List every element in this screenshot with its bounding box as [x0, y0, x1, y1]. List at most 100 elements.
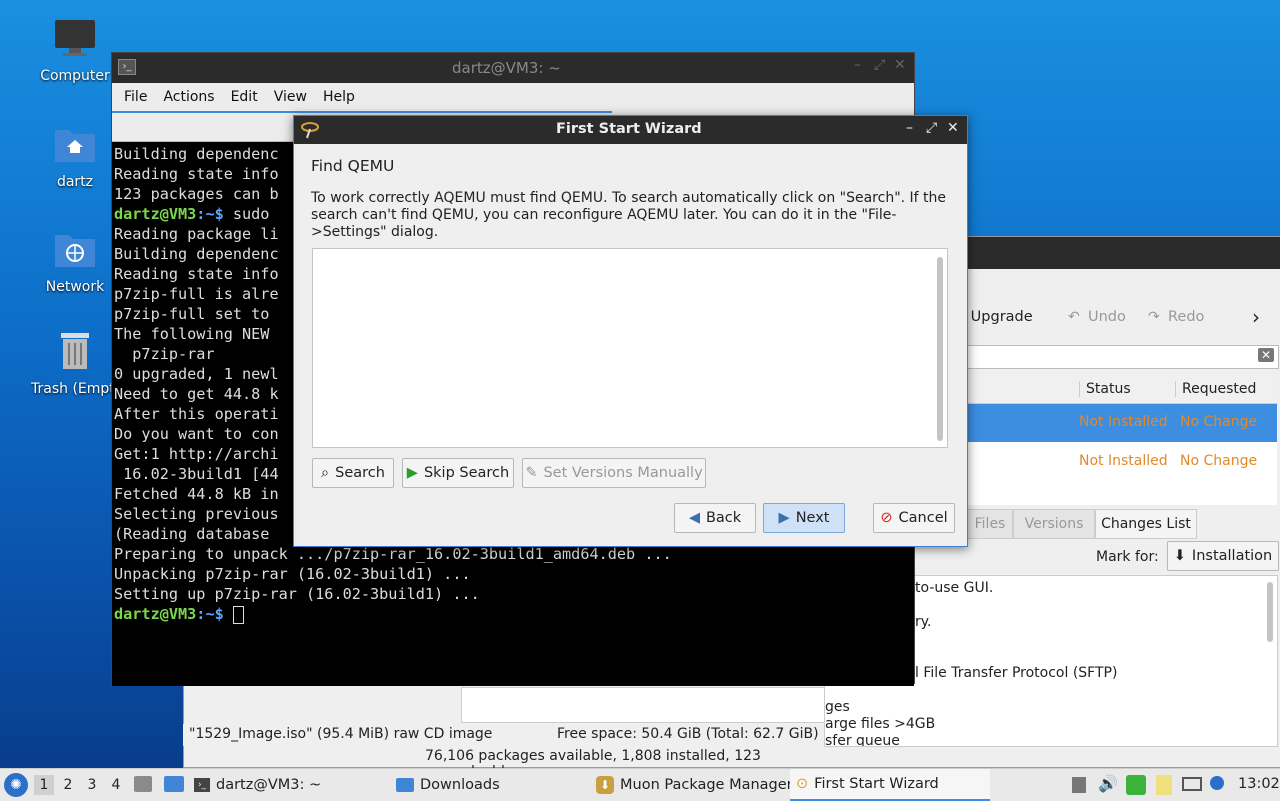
play-icon: ▶ — [406, 465, 418, 481]
close-icon[interactable]: ✕ — [947, 120, 959, 136]
start-menu-button[interactable]: ✺ — [4, 773, 28, 797]
mark-installation-label: Installation — [1191, 548, 1273, 564]
cancel-label: Cancel — [898, 510, 948, 526]
redo-button[interactable]: Redo — [1168, 309, 1204, 325]
workspace-1[interactable]: 1 — [34, 775, 54, 795]
menu-help[interactable]: Help — [315, 89, 363, 105]
desktop-icon-trash[interactable]: Trash (Empty) — [27, 331, 123, 397]
menu-actions[interactable]: Actions — [155, 89, 222, 105]
back-button[interactable]: ◀ Back — [674, 503, 756, 533]
first-start-wizard-dialog: First Start Wizard – ⤢ ✕ Find QEMU To wo… — [293, 115, 968, 547]
show-desktop-icon[interactable] — [164, 776, 184, 792]
next-label: Next — [795, 510, 830, 526]
menu-view[interactable]: View — [266, 89, 315, 105]
terminal-title: dartz@VM3: ~ — [452, 59, 561, 77]
tray-display-icon[interactable] — [1182, 777, 1202, 791]
clock[interactable]: 13:02 — [1238, 776, 1280, 792]
workspace-4[interactable]: 4 — [106, 775, 126, 795]
desktop-icon-label: Trash (Empty) — [31, 381, 113, 397]
search-button[interactable]: ⌕ Search — [312, 458, 394, 488]
next-button[interactable]: ▶ Next — [763, 503, 845, 533]
menu-edit[interactable]: Edit — [223, 89, 266, 105]
trash-icon — [61, 333, 89, 369]
taskbar: ✺ 1 2 3 4 ›_ dartz@VM3: ~ Downloads ⬇ Mu… — [0, 768, 1280, 801]
tray-green-icon[interactable] — [1126, 775, 1146, 795]
row-status: Not Installed — [1079, 453, 1168, 469]
task-terminal[interactable]: ›_ dartz@VM3: ~ — [194, 769, 321, 801]
file-status-bar: "1529_Image.iso" (95.4 MiB) raw CD image… — [183, 724, 823, 746]
tray-notification-icon[interactable] — [1210, 776, 1224, 790]
minimize-icon[interactable]: – — [854, 57, 861, 73]
cancel-button[interactable]: ⊘ Cancel — [873, 503, 955, 533]
terminal-titlebar[interactable]: ›_ dartz@VM3: ~ – ⤢ ✕ — [112, 53, 914, 83]
muon-status-bar: 76,106 packages available, 1,808 install… — [423, 747, 843, 780]
terminal-menubar: File Actions Edit View Help — [112, 83, 914, 111]
undo-icon[interactable]: ↶ — [1068, 309, 1080, 325]
task-first-start-wizard[interactable]: ⊙ First Start Wizard — [790, 769, 990, 801]
close-icon[interactable]: ✕ — [894, 57, 906, 73]
maximize-icon[interactable]: ⤢ — [926, 120, 937, 136]
tab-versions[interactable]: Versions — [1013, 509, 1095, 539]
scrollbar[interactable] — [1267, 582, 1273, 642]
row-requested: No Change — [1180, 453, 1258, 469]
muon-search-input[interactable]: ✕ — [967, 345, 1279, 369]
package-table: Status Requested Not Installed No Change… — [967, 375, 1277, 505]
undo-button[interactable]: Undo — [1088, 309, 1126, 325]
edit-icon: ✎ — [525, 465, 538, 481]
desktop-icon-label: dartz — [56, 174, 94, 190]
volume-icon[interactable]: 🔊 — [1098, 774, 1118, 793]
tab-changes-list[interactable]: Changes List — [1095, 509, 1197, 539]
description-line: sfer queue — [825, 733, 900, 747]
prompt-path: :~$ — [196, 205, 224, 223]
clear-icon[interactable]: ✕ — [1257, 348, 1274, 362]
arrow-left-icon: ◀ — [688, 510, 700, 526]
desktop-icon-computer[interactable]: Computer — [27, 18, 123, 84]
column-requested[interactable]: Requested — [1175, 381, 1256, 397]
chevron-right-icon[interactable]: › — [1252, 305, 1260, 329]
task-muon[interactable]: ⬇ Muon Package Manager — [596, 769, 793, 801]
file-manager-icon[interactable] — [134, 776, 152, 792]
redo-icon[interactable]: ↷ — [1148, 309, 1160, 325]
mark-for-label: Mark for: — [1096, 549, 1159, 565]
menu-file[interactable]: File — [116, 89, 155, 105]
table-row[interactable]: Not Installed No Change — [967, 443, 1277, 481]
muon-toolbar: ll Upgrade ↶ Undo ↷ Redo › — [958, 299, 1280, 339]
workspace-3[interactable]: 3 — [82, 775, 102, 795]
search-button-label: Search — [335, 465, 385, 481]
task-downloads[interactable]: Downloads — [396, 769, 500, 801]
desktop-icon-label: Network — [45, 279, 105, 295]
row-requested: No Change — [1180, 414, 1258, 430]
task-label: First Start Wizard — [814, 776, 939, 792]
row-status: Not Installed — [1079, 414, 1168, 430]
network-folder-icon — [55, 235, 95, 267]
desktop-icon-home[interactable]: dartz — [27, 124, 123, 190]
table-row[interactable]: Not Installed No Change — [967, 404, 1277, 442]
file-area — [461, 687, 825, 723]
wizard-titlebar[interactable]: First Start Wizard – ⤢ ✕ — [294, 116, 967, 144]
tray-clipboard-icon[interactable] — [1072, 777, 1086, 793]
upgrade-button[interactable]: ll Upgrade — [958, 309, 1033, 325]
computer-icon — [55, 20, 95, 56]
column-status[interactable]: Status — [1079, 381, 1131, 397]
tab-files[interactable]: Files — [967, 509, 1013, 539]
task-label: Downloads — [420, 777, 500, 793]
skip-search-button[interactable]: ▶ Skip Search — [402, 458, 514, 488]
maximize-icon[interactable]: ⤢ — [874, 57, 885, 73]
mark-installation-button[interactable]: ⬇ Installation — [1167, 541, 1279, 571]
workspace-2[interactable]: 2 — [58, 775, 78, 795]
description-line: l File Transfer Protocol (SFTP) — [915, 665, 1118, 681]
back-label: Back — [705, 510, 742, 526]
active-tab-indicator[interactable] — [112, 111, 612, 113]
search-results-box[interactable] — [312, 248, 948, 448]
set-versions-manually-button[interactable]: ✎ Set Versions Manually — [522, 458, 706, 488]
skip-search-label: Skip Search — [423, 465, 510, 481]
prompt-path: :~$ — [196, 605, 233, 623]
desktop-icon-network[interactable]: Network — [27, 229, 123, 295]
minimize-icon[interactable]: – — [906, 120, 913, 136]
description-line: ges — [825, 699, 850, 715]
cancel-icon: ⊘ — [880, 510, 893, 526]
description-line: to-use GUI. — [915, 580, 994, 596]
tray-notes-icon[interactable] — [1156, 775, 1172, 795]
terminal-icon: ›_ — [194, 778, 210, 792]
scrollbar[interactable] — [937, 257, 943, 441]
